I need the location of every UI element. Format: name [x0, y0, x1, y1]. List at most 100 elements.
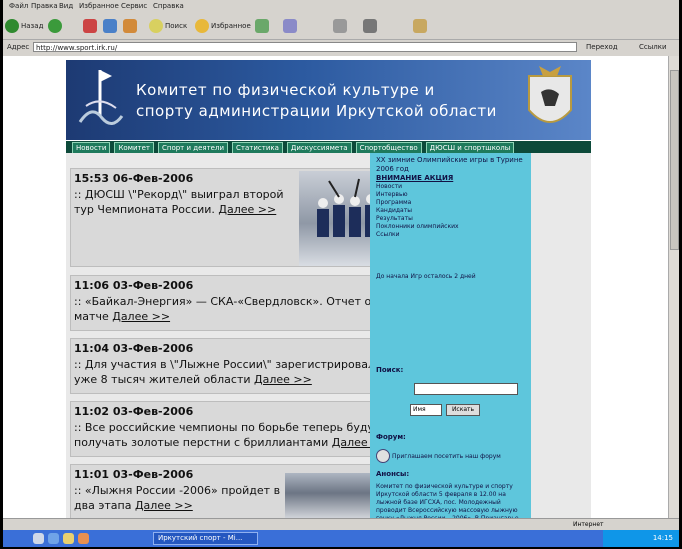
- links-button[interactable]: Ссылки: [639, 43, 667, 51]
- news-text: :: Все российские чемпионы по борьбе теп…: [74, 420, 404, 450]
- coat-of-arms-icon: [528, 66, 572, 123]
- favorites-button[interactable]: Избранное: [195, 18, 251, 34]
- sidebar-link[interactable]: Результаты: [376, 215, 459, 223]
- menu-view[interactable]: Вид: [59, 2, 73, 10]
- quick-launch: [33, 533, 143, 544]
- home-icon: [123, 19, 137, 33]
- home-button[interactable]: [123, 18, 137, 34]
- news-more-link[interactable]: Далее >>: [135, 499, 193, 512]
- explorer-icon[interactable]: [63, 533, 74, 544]
- news-text-body: :: Для участия в \"Лыжне России\" зареги…: [74, 358, 395, 386]
- news-item: 11:02 03-Фев-2006 :: Все российские чемп…: [70, 401, 406, 457]
- go-button[interactable]: Переход: [586, 43, 618, 51]
- news-more-link[interactable]: Далее >>: [218, 203, 276, 216]
- search-button[interactable]: Поиск: [149, 18, 187, 34]
- site-logo-icon: [78, 70, 124, 125]
- forum-icon: [376, 449, 390, 463]
- menu-file[interactable]: Файл: [9, 2, 28, 10]
- desktop-icon[interactable]: [33, 533, 44, 544]
- search-icon: [149, 19, 163, 33]
- sidebar-link[interactable]: Кандидаты: [376, 207, 459, 215]
- site-search-button[interactable]: Искать: [446, 404, 480, 416]
- forum-heading: Форум:: [376, 433, 406, 441]
- messenger-icon: [413, 19, 427, 33]
- web-page: Комитет по физической культуре и спорту …: [3, 56, 668, 518]
- menu-favorites[interactable]: Избранное: [79, 2, 119, 10]
- forum-link[interactable]: Приглашаем посетить наш форум: [392, 453, 522, 461]
- stop-button[interactable]: [83, 18, 97, 34]
- favorites-label: Избранное: [211, 22, 251, 30]
- zone-label: Интернет: [573, 521, 604, 528]
- print-button[interactable]: [333, 18, 347, 34]
- olympics-title[interactable]: XX зимние Олимпийские игры в Турине 2006…: [376, 156, 526, 174]
- menu-help[interactable]: Справка: [153, 2, 184, 10]
- news-item: 11:01 03-Фев-2006 :: «Лыжня России -2006…: [70, 464, 406, 518]
- news-item: 11:06 03-Фев-2006 :: «Байкал-Энергия» — …: [70, 275, 406, 331]
- back-arrow-icon: [5, 19, 19, 33]
- news-text: :: «Байкал-Энергия» — СКА-«Свердловск». …: [74, 294, 404, 324]
- forward-arrow-icon: [48, 19, 62, 33]
- back-label: Назад: [21, 22, 44, 30]
- news-more-link[interactable]: Далее >>: [254, 373, 312, 386]
- countdown-text: До начала Игр осталось 2 дней: [376, 273, 476, 280]
- news-time: 11:02 03-Фев-2006: [74, 405, 194, 418]
- ie-icon[interactable]: [48, 533, 59, 544]
- news-text: :: Для участия в \"Лыжне России\" зареги…: [74, 357, 404, 387]
- refresh-button[interactable]: [103, 18, 117, 34]
- forward-button[interactable]: [48, 18, 62, 34]
- sidebar: XX зимние Олимпийские игры в Турине 2006…: [370, 153, 531, 518]
- address-bar: Адрес http://www.sport.irk.ru/ Переход С…: [3, 40, 679, 55]
- menu-tools[interactable]: Сервис: [121, 2, 147, 10]
- news-text: :: ДЮСШ \"Рекорд\" выиграл второй тур Че…: [74, 187, 296, 217]
- vertical-scrollbar[interactable]: [668, 56, 679, 518]
- mail-button[interactable]: [283, 18, 297, 34]
- news-time: 15:53 06-Фев-2006: [74, 172, 194, 185]
- announce-text: Комитет по физической культуре и спорту …: [376, 483, 519, 518]
- scrollbar-thumb[interactable]: [670, 70, 679, 250]
- search-label: Поиск: [165, 22, 188, 30]
- media-icon: [255, 19, 269, 33]
- news-more-link[interactable]: Далее >>: [112, 310, 170, 323]
- banner-line-2: спорту администрации Иркутской области: [136, 102, 497, 120]
- address-label: Адрес: [7, 43, 30, 51]
- media-button[interactable]: [255, 18, 269, 34]
- sidebar-link[interactable]: Программа: [376, 199, 459, 207]
- news-item: 15:53 06-Фев-2006 :: ДЮСШ \"Рекорд\" выи…: [70, 168, 406, 267]
- search-heading: Поиск:: [376, 366, 404, 374]
- taskbar-window-button[interactable]: Иркутский спорт - Mi...: [153, 532, 258, 545]
- search-type-select[interactable]: Имя: [410, 404, 442, 416]
- menu-edit[interactable]: Правка: [31, 2, 58, 10]
- site-search-input[interactable]: [414, 383, 518, 395]
- attention-link[interactable]: ВНИМАНИЕ АКЦИЯ: [376, 174, 453, 182]
- sidebar-link[interactable]: Поклонники олимпийских: [376, 223, 459, 231]
- messenger-button[interactable]: [413, 18, 427, 34]
- mail-icon: [283, 19, 297, 33]
- status-bar: Интернет: [3, 518, 679, 530]
- system-clock: 14:15: [603, 530, 679, 547]
- edit-button[interactable]: [363, 18, 377, 34]
- news-item: 11:04 03-Фев-2006 :: Для участия в \"Лыж…: [70, 338, 406, 394]
- print-icon: [333, 19, 347, 33]
- edit-icon: [363, 19, 377, 33]
- announce-heading: Анонсы:: [376, 470, 410, 478]
- menu-bar: Файл Правка Вид Избранное Сервис Справка: [3, 0, 679, 12]
- toolbar: Назад Поиск Избранное: [3, 13, 679, 40]
- news-time: 11:04 03-Фев-2006: [74, 342, 194, 355]
- taskbar: Иркутский спорт - Mi... 14:15: [3, 530, 679, 547]
- news-time: 11:06 03-Фев-2006: [74, 279, 194, 292]
- back-button[interactable]: Назад: [5, 18, 43, 34]
- refresh-icon: [103, 19, 117, 33]
- sidebar-link[interactable]: Новости: [376, 183, 459, 191]
- media-player-icon[interactable]: [78, 533, 89, 544]
- address-input[interactable]: http://www.sport.irk.ru/: [33, 42, 577, 52]
- browser-window: Файл Правка Вид Избранное Сервис Справка…: [3, 0, 679, 547]
- banner-title: Комитет по физической культуре и спорту …: [136, 80, 497, 122]
- news-time: 11:01 03-Фев-2006: [74, 468, 194, 481]
- star-icon: [195, 19, 209, 33]
- banner-line-1: Комитет по физической культуре и: [136, 81, 435, 99]
- site-banner: Комитет по физической культуре и спорту …: [66, 60, 591, 140]
- olympics-links: Новости Интервью Программа Кандидаты Рез…: [376, 183, 459, 239]
- sidebar-link[interactable]: Ссылки: [376, 231, 459, 239]
- sidebar-link[interactable]: Интервью: [376, 191, 459, 199]
- site-nav: Новости Комитет Спорт и деятели Статисти…: [66, 141, 591, 154]
